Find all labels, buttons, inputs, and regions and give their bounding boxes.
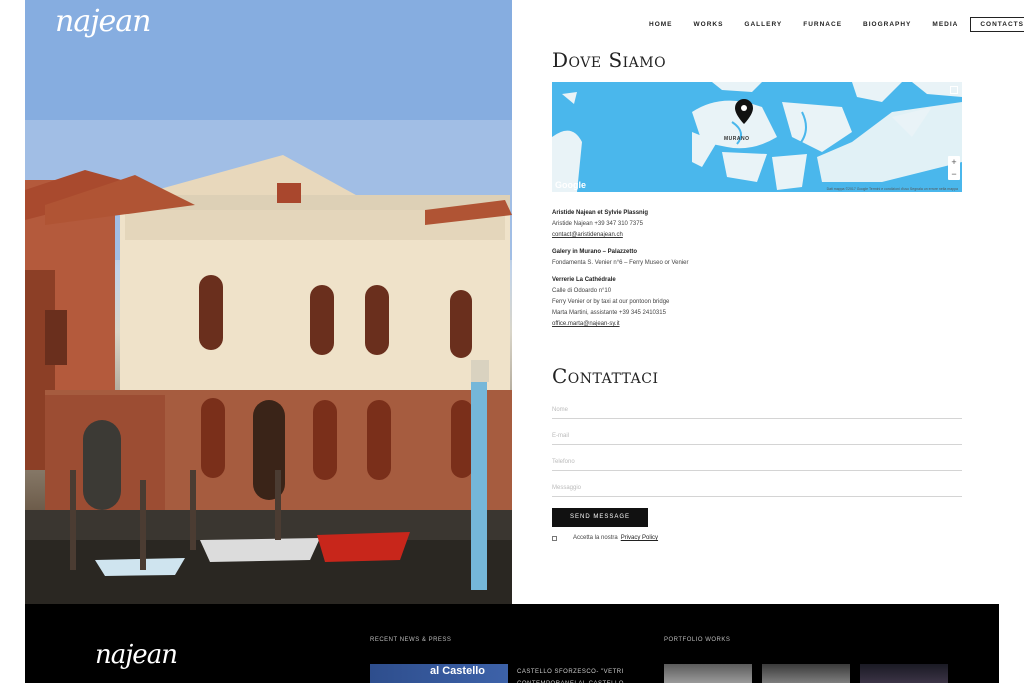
map-attribution: Dati mappa ©2017 Google Termini e condiz… (826, 187, 958, 191)
privacy-text: Accetta la nostra (573, 535, 618, 541)
nav-gallery[interactable]: GALLERY (735, 18, 791, 31)
address-1-email[interactable]: contact@aristidenajean.ch (552, 230, 648, 241)
address-block-2: Galery in Murano – Palazzetto Fondamenta… (552, 247, 688, 269)
location-map[interactable]: MURANO + − Google Dati mappa ©2017 Googl… (552, 82, 962, 192)
address-2-name: Galery in Murano – Palazzetto (552, 249, 638, 255)
fullscreen-icon[interactable] (950, 86, 958, 94)
nav-home[interactable]: HOME (640, 18, 682, 31)
address-3-name: Verrerie La Cathédrale (552, 277, 616, 283)
portfolio-thumb-2[interactable] (762, 664, 850, 683)
phone-field[interactable]: Telefono (552, 455, 962, 471)
address-3-line-1: Calle di Odoardo n°10 (552, 288, 612, 294)
privacy-policy-link[interactable]: Privacy Policy (621, 535, 658, 541)
portfolio-thumb-3[interactable] (860, 664, 948, 683)
address-3-email[interactable]: office.marta@najean-sy.it (552, 319, 669, 330)
address-3-line-2: Ferry Venier or by taxi at our pontoon b… (552, 299, 670, 305)
main-nav: HOME WORKS GALLERY FURNACE BIOGRAPHY MED… (640, 17, 1024, 32)
nav-furnace[interactable]: FURNACE (794, 18, 851, 31)
address-1-phone: Aristide Najean +39 347 310 7375 (552, 221, 643, 227)
map-zoom-controls: + − (948, 156, 960, 180)
news-title[interactable]: Castello Sforzesco- "Vetri contemporanei… (517, 666, 657, 683)
address-block-3: Verrerie La Cathédrale Calle di Odoardo … (552, 275, 669, 330)
privacy-consent: Accetta la nostra Privacy Policy (552, 535, 658, 541)
footer-logo[interactable]: najean (95, 640, 178, 670)
contact-title: Contattaci (552, 364, 659, 388)
privacy-checkbox[interactable] (552, 535, 557, 541)
nav-media[interactable]: MEDIA (923, 18, 967, 31)
location-title: Dove Siamo (552, 48, 667, 72)
email-field[interactable]: E-mail (552, 429, 962, 445)
portfolio-heading: PORTFOLIO WORKS (664, 637, 731, 643)
site-logo[interactable]: najean (55, 4, 155, 48)
address-2-line: Fondamenta S. Venier n°6 – Ferry Museo o… (552, 260, 689, 266)
name-field[interactable]: Nome (552, 403, 962, 419)
address-block-1: Aristide Najean et Sylvie Plassnig Arist… (552, 208, 648, 241)
portfolio-thumb-1[interactable] (664, 664, 752, 683)
google-logo: Google (555, 180, 586, 190)
map-pin-label: MURANO (724, 136, 750, 142)
palazzo-photo (25, 0, 512, 604)
message-field[interactable]: Messaggio (552, 481, 962, 497)
send-message-button[interactable]: SEND MESSAGE (552, 508, 648, 527)
zoom-out-button[interactable]: − (951, 168, 956, 180)
address-3-line-3: Marta Martini, assistante +39 345 241031… (552, 310, 666, 316)
nav-works[interactable]: WORKS (685, 18, 733, 31)
address-1-name: Aristide Najean et Sylvie Plassnig (552, 210, 649, 216)
map-land-shapes (552, 82, 962, 192)
logo-text: najean (55, 4, 151, 39)
news-thumbnail[interactable]: al Castello (370, 664, 508, 683)
site-footer: najean RECENT NEWS & PRESS PORTFOLIO WOR… (25, 604, 999, 683)
hero-photo: najean (25, 0, 512, 604)
nav-contacts[interactable]: CONTACTS (970, 17, 1024, 32)
zoom-in-button[interactable]: + (951, 156, 956, 168)
nav-biography[interactable]: BIOGRAPHY (854, 18, 920, 31)
news-heading: RECENT NEWS & PRESS (370, 637, 452, 643)
